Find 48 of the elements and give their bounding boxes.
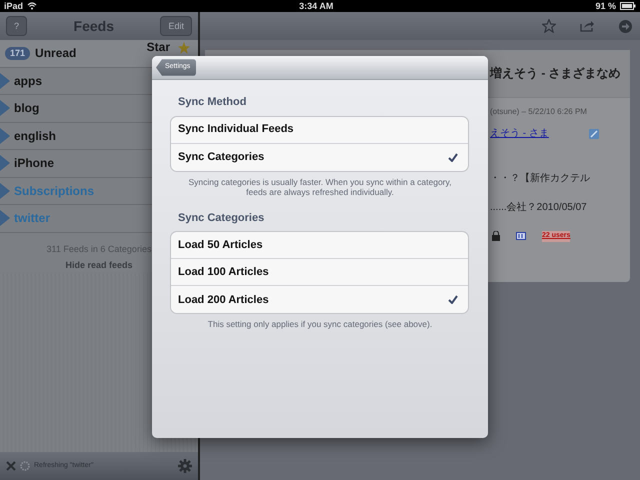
unread-count: 171 <box>5 46 30 60</box>
lock-icon <box>492 231 500 242</box>
disclosure-triangle-icon[interactable] <box>0 210 10 226</box>
device-name: iPad <box>4 0 24 12</box>
battery-percentage: 91 % <box>595 0 616 12</box>
spinner-icon <box>20 461 30 471</box>
section-footer: This setting only applies if you sync categories (see above). <box>182 319 458 330</box>
disclosure-triangle-icon[interactable] <box>0 155 10 172</box>
section-footer: Syncing categories is usually faster. When you sync within a category, feeds are always refreshed individually. <box>182 176 458 198</box>
share-icon[interactable] <box>580 20 595 32</box>
disclosure-triangle-icon[interactable] <box>0 100 10 116</box>
disclosure-triangle-icon[interactable] <box>0 72 10 89</box>
star-icon <box>178 42 190 54</box>
battery-icon <box>620 2 636 10</box>
edit-button[interactable]: Edit <box>160 16 192 36</box>
bookmark-icon <box>516 232 526 240</box>
category-label[interactable]: iPhone <box>14 154 54 172</box>
pane-title: Feeds <box>72 16 115 36</box>
article-link[interactable]: えそう - さま <box>490 126 549 141</box>
help-button[interactable]: ? <box>6 16 28 36</box>
hide-read-feeds-link[interactable]: Hide read feeds <box>65 260 133 270</box>
close-icon[interactable] <box>6 461 16 471</box>
option-row[interactable]: Load 100 Articles <box>171 259 468 286</box>
article-meta: (otsune) – 5/22/10 6:26 PM <box>490 106 588 118</box>
section-header: Sync Categories <box>178 210 266 226</box>
disclosure-triangle-icon[interactable] <box>0 128 10 144</box>
option-row[interactable]: Load 50 Articles <box>171 232 468 260</box>
option-row[interactable]: Load 200 Articles <box>171 286 468 314</box>
article-text: ・・？【新作カクテル <box>490 173 590 184</box>
category-label[interactable]: apps <box>14 72 42 90</box>
option-row[interactable]: Sync Individual Feeds <box>171 116 468 144</box>
checkmark-icon <box>448 295 458 304</box>
settings-icon[interactable] <box>178 459 192 473</box>
clock: 3:34 AM <box>299 0 334 12</box>
disclosure-triangle-icon[interactable] <box>0 182 10 199</box>
unread-label[interactable]: Unread <box>35 44 76 62</box>
category-label[interactable]: blog <box>14 99 40 118</box>
article-text: ......会社？2010/05/07 <box>490 202 587 213</box>
option-row[interactable]: Sync Categories <box>171 144 468 170</box>
section-header: Sync Method <box>178 95 248 110</box>
forward-icon[interactable] <box>619 20 632 32</box>
starred-label[interactable]: Star <box>146 40 170 54</box>
wifi-icon <box>27 2 38 10</box>
category-label[interactable]: english <box>14 126 56 145</box>
checkmark-icon <box>448 152 458 162</box>
article-title: 増えそう - さまざまなめ <box>490 66 621 80</box>
star-icon[interactable] <box>542 19 556 33</box>
pencil-icon <box>588 128 599 138</box>
